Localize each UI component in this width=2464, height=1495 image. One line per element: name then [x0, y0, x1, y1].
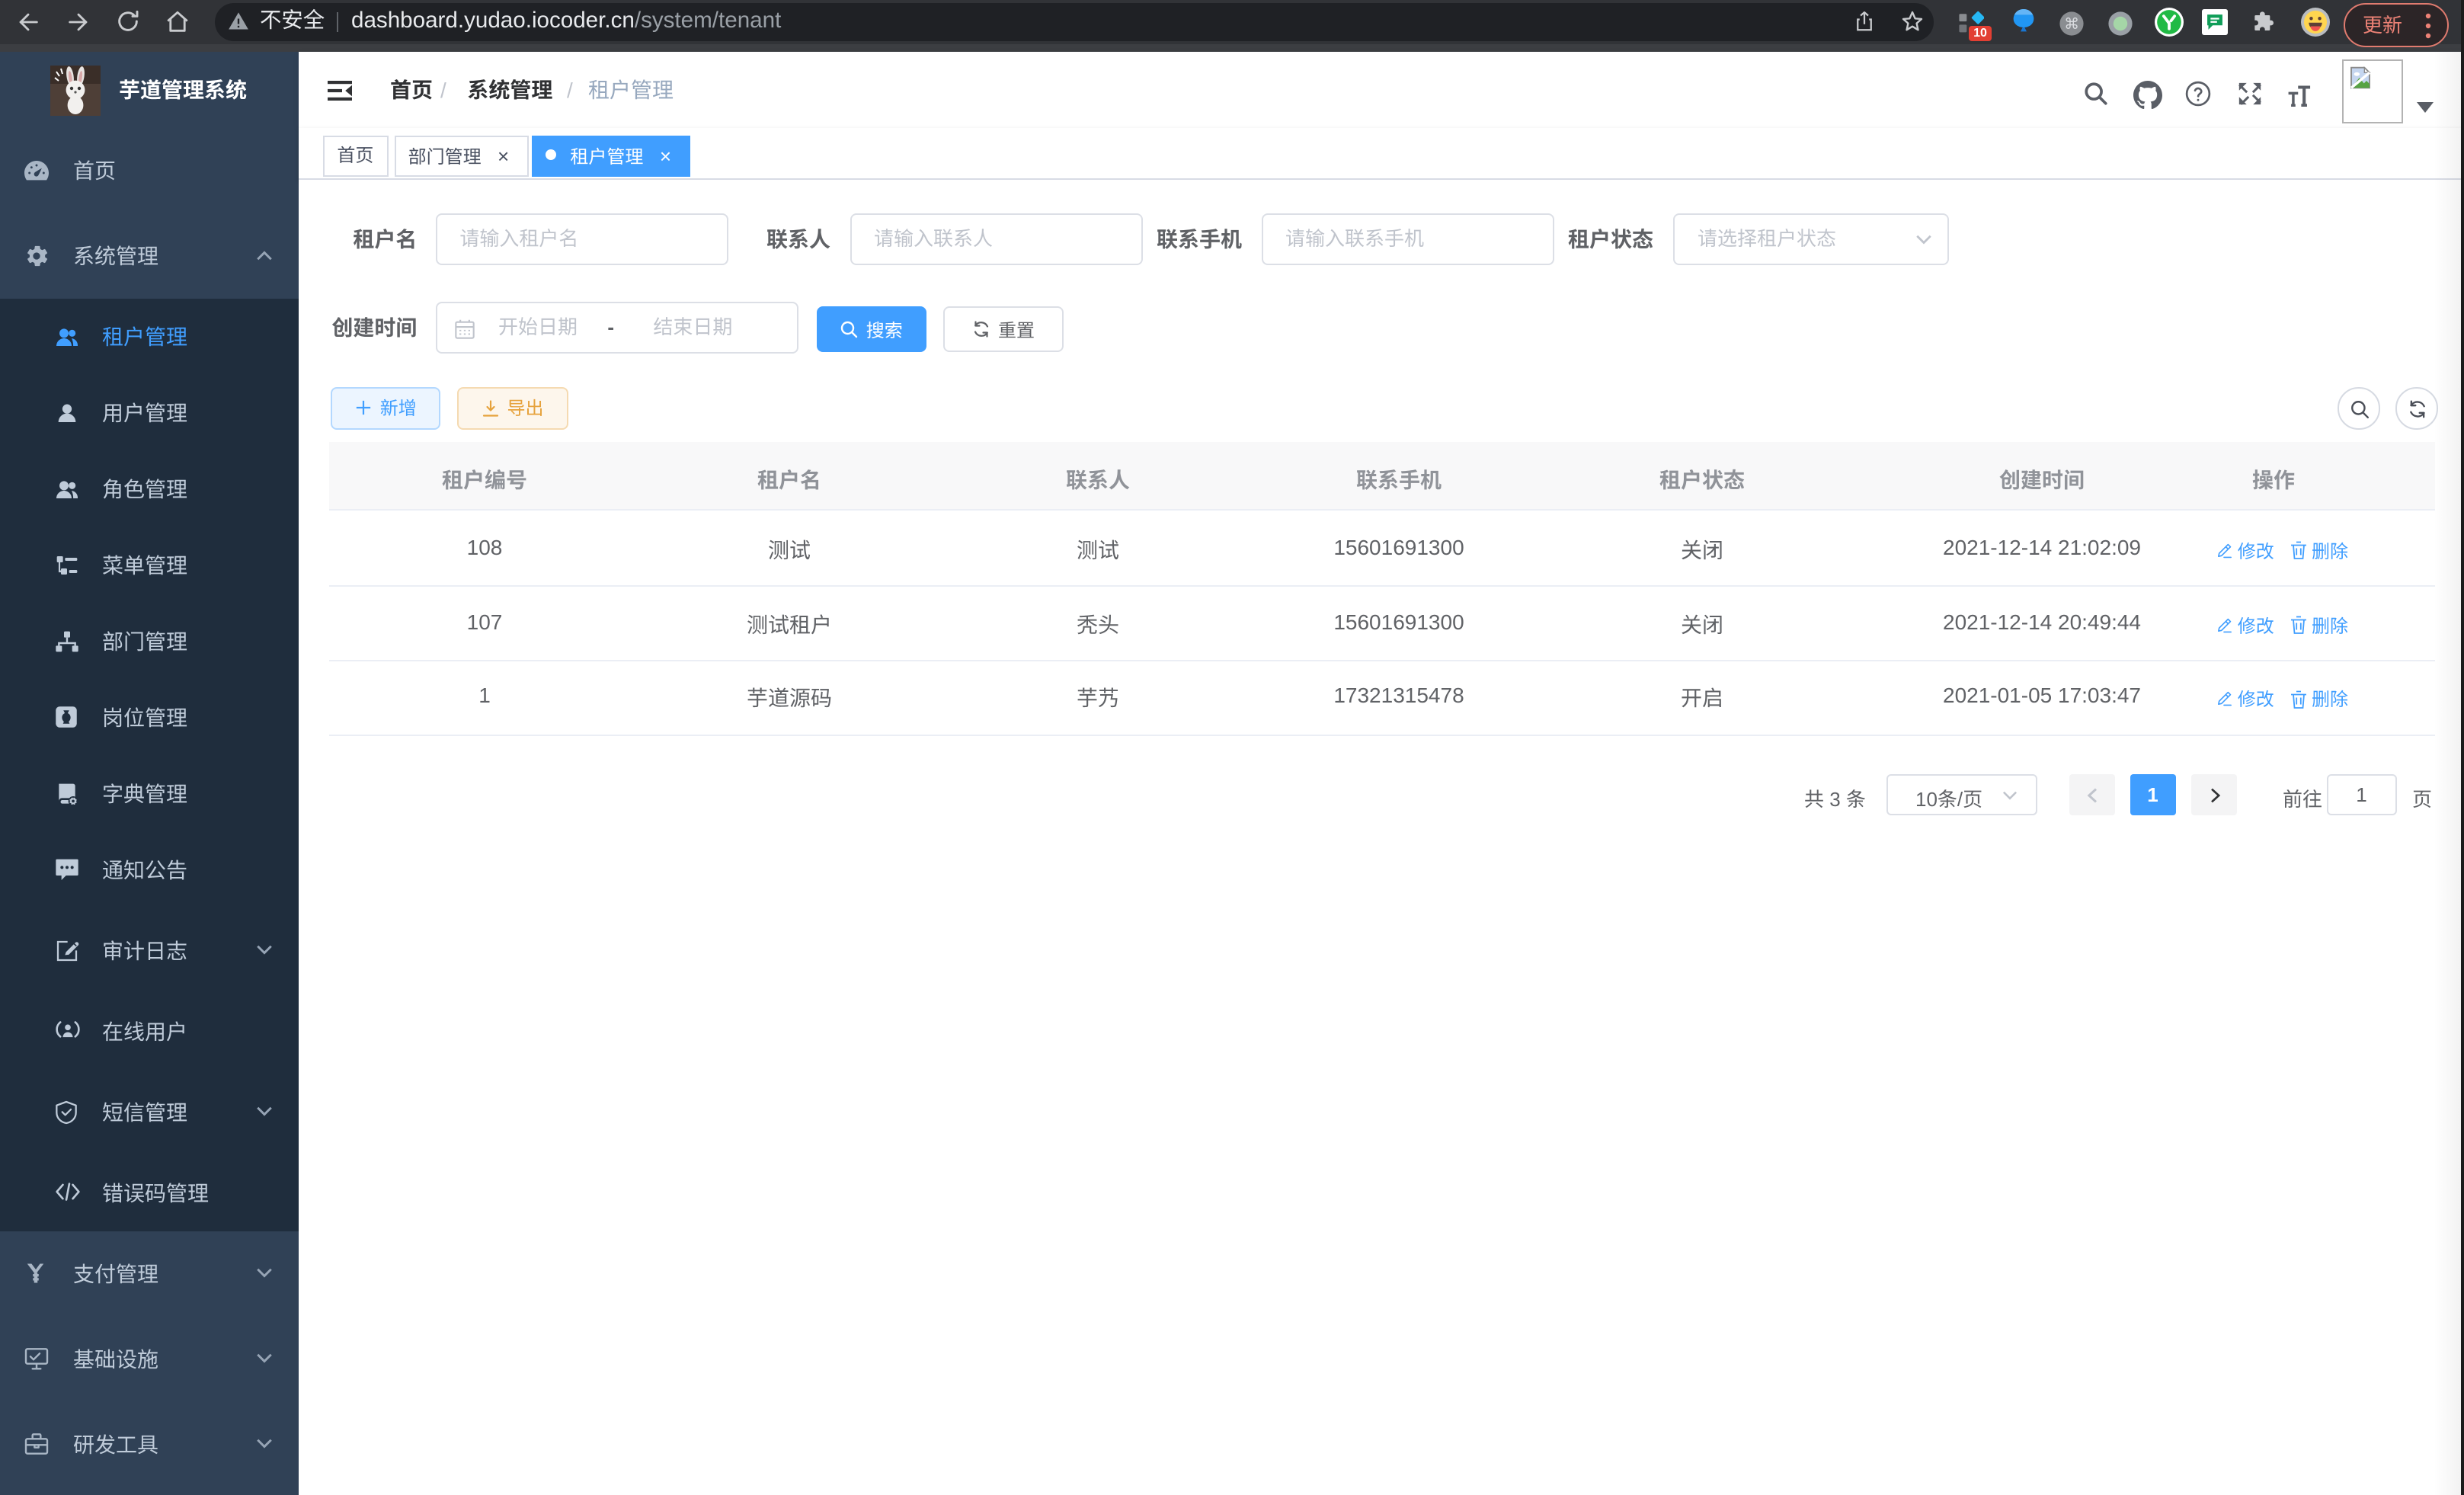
- svg-text:⌘: ⌘: [2064, 15, 2079, 32]
